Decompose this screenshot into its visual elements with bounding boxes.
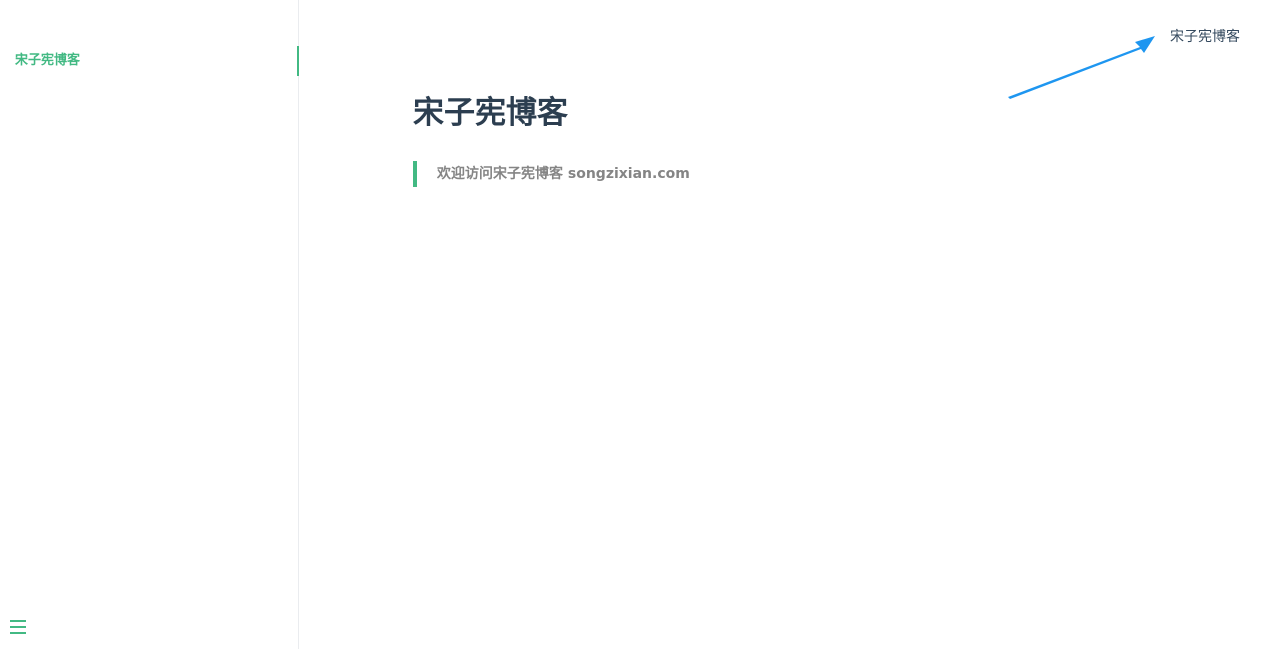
page-title: 宋子宪博客 <box>413 95 568 131</box>
sidebar-item-home[interactable]: 宋子宪博客 <box>0 46 299 76</box>
top-nav-link[interactable]: 宋子宪博客 <box>1170 27 1240 47</box>
arrow-annotation-icon <box>1008 36 1155 99</box>
main-content: 宋子宪博客 欢迎访问宋子宪博客 songzixian.com <box>413 90 690 187</box>
sidebar: 宋子宪博客 <box>0 0 299 649</box>
sidebar-item-label: 宋子宪博客 <box>15 53 81 68</box>
welcome-blockquote: 欢迎访问宋子宪博客 songzixian.com <box>413 161 690 187</box>
hamburger-menu-icon[interactable] <box>10 620 26 635</box>
